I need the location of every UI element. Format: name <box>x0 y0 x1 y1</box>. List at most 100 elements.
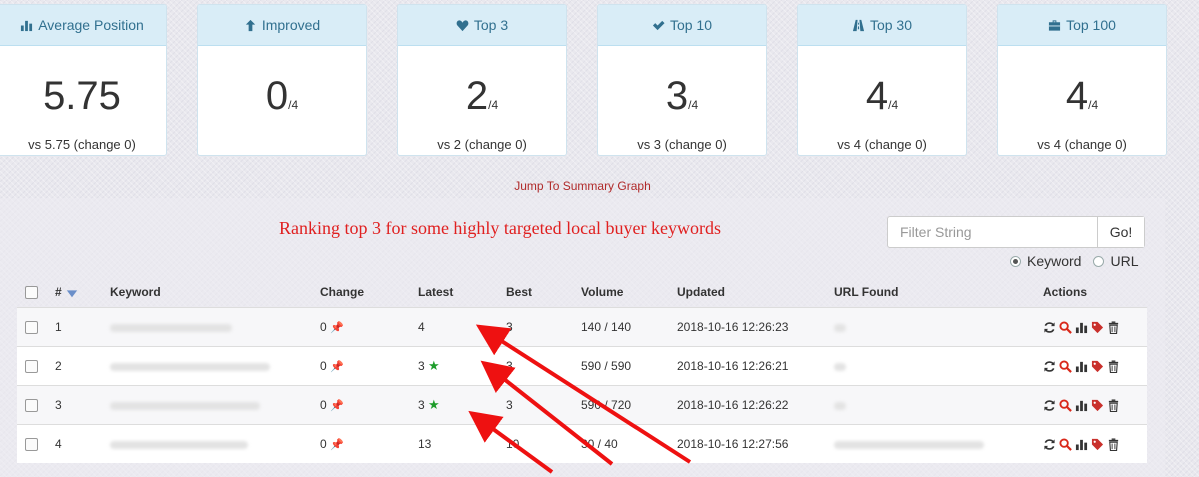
sort-down-icon[interactable] <box>65 287 79 299</box>
url-cell[interactable] <box>834 346 1043 386</box>
search-icon[interactable] <box>1059 398 1072 412</box>
pin-icon: 📌 <box>330 361 344 373</box>
bar-chart-icon[interactable] <box>1075 321 1088 334</box>
table-row: 30 📌 3 ★ 3 590 / 720 2018-10-16 12:26:22 <box>17 385 1147 425</box>
card-header: Top 3 <box>398 5 566 46</box>
refresh-icon[interactable] <box>1043 360 1056 373</box>
volume-cell: 30 / 40 <box>581 424 677 463</box>
row-number: 3 <box>55 385 110 425</box>
arrow-up-icon <box>245 19 255 31</box>
filter-mode-radios: Keyword URL <box>1010 253 1138 269</box>
row-checkbox[interactable] <box>25 321 38 335</box>
search-icon[interactable] <box>1059 359 1072 373</box>
row-checkbox[interactable] <box>25 399 38 413</box>
keyword-cell[interactable] <box>110 424 320 463</box>
actions-cell <box>1043 346 1147 386</box>
radio-dot[interactable] <box>1093 255 1105 267</box>
card-value: 5.75 <box>43 74 121 118</box>
tags-icon[interactable] <box>1091 399 1104 412</box>
url-redacted <box>834 323 846 332</box>
col-url-found[interactable]: URL Found <box>834 277 1043 308</box>
bar-chart-icon[interactable] <box>1075 399 1088 412</box>
filter-input[interactable] <box>888 217 1097 247</box>
filter-group: Go! <box>887 216 1145 248</box>
tags-icon[interactable] <box>1091 438 1104 451</box>
radio-url[interactable]: URL <box>1093 253 1138 269</box>
stat-card-top-10: Top 10 3/4 vs 3 (change 0) <box>597 4 767 156</box>
search-icon[interactable] <box>1059 320 1072 334</box>
change-cell: 0 📌 <box>320 307 418 347</box>
table-header-row: # Keyword Change Latest Best Volume Upda… <box>17 277 1147 308</box>
col-change[interactable]: Change <box>320 277 418 308</box>
refresh-icon[interactable] <box>1043 438 1056 451</box>
radio-keyword[interactable]: Keyword <box>1010 253 1081 269</box>
url-cell[interactable] <box>834 424 1043 463</box>
trash-icon[interactable] <box>1107 320 1120 334</box>
refresh-icon[interactable] <box>1043 321 1056 334</box>
latest-cell: 13 <box>418 424 506 463</box>
card-header: Top 100 <box>998 5 1166 46</box>
table-row: 2 0 📌 3 ★ 3 590 / 590 2018-10-16 12:26:21 <box>17 346 1147 386</box>
keyword-cell[interactable] <box>110 385 320 425</box>
radio-label: URL <box>1110 253 1139 269</box>
latest-cell: 4 <box>418 307 506 347</box>
change-cell: 0 📌 <box>320 424 418 463</box>
best-cell: 3 <box>506 307 581 347</box>
star-icon: ★ <box>428 397 440 412</box>
heart-icon <box>456 19 469 31</box>
col-actions: Actions <box>1043 285 1088 299</box>
select-all-checkbox[interactable] <box>25 286 38 300</box>
card-value: 3/4 <box>665 74 699 118</box>
trash-icon[interactable] <box>1107 398 1120 412</box>
card-label: Improved <box>261 17 321 33</box>
card-comparison: vs 4 (change 0) <box>1037 137 1127 152</box>
col-latest[interactable]: Latest <box>418 277 506 308</box>
card-comparison: vs 2 (change 0) <box>437 137 527 152</box>
card-value: 2/4 <box>465 74 499 118</box>
keyword-cell[interactable] <box>110 307 320 347</box>
keyword-redacted <box>110 323 232 332</box>
row-checkbox[interactable] <box>25 438 38 452</box>
col-best[interactable]: Best <box>506 277 581 308</box>
card-value: 4/4 <box>865 74 899 118</box>
actions-cell <box>1043 385 1147 425</box>
actions-cell <box>1043 307 1147 347</box>
refresh-icon[interactable] <box>1043 399 1056 412</box>
change-cell: 0 📌 <box>320 385 418 425</box>
tags-icon[interactable] <box>1091 360 1104 373</box>
card-label: Top 3 <box>473 17 509 33</box>
row-checkbox[interactable] <box>25 360 38 374</box>
check-icon <box>652 20 665 30</box>
trash-icon[interactable] <box>1107 359 1120 373</box>
updated-cell: 2018-10-16 12:27:56 <box>677 424 834 463</box>
card-value: 0/4 <box>265 74 299 118</box>
road-icon <box>852 19 865 31</box>
keyword-redacted <box>110 440 248 449</box>
card-label: Top 10 <box>669 17 713 33</box>
card-label: Average Position <box>38 17 144 33</box>
col-volume[interactable]: Volume <box>581 277 677 308</box>
url-cell[interactable] <box>834 307 1043 347</box>
col-num[interactable]: # <box>55 277 110 308</box>
jump-to-summary-link[interactable]: Jump To Summary Graph <box>0 179 1165 193</box>
bar-chart-icon[interactable] <box>1075 360 1088 373</box>
go-button[interactable]: Go! <box>1097 217 1144 247</box>
best-cell: 3 <box>506 385 581 425</box>
bar-chart-icon[interactable] <box>1075 438 1088 451</box>
best-cell: 10 <box>506 424 581 463</box>
latest-cell: 3 ★ <box>418 346 506 386</box>
card-comparison: vs 4 (change 0) <box>837 137 927 152</box>
tags-icon[interactable] <box>1091 321 1104 334</box>
stat-card-improved: Improved 0/4 <box>197 4 367 156</box>
search-icon[interactable] <box>1059 437 1072 451</box>
url-redacted <box>834 401 846 410</box>
row-number: 4 <box>55 424 110 463</box>
url-cell[interactable] <box>834 385 1043 425</box>
col-updated[interactable]: Updated <box>677 277 834 308</box>
volume-cell: 590 / 590 <box>581 346 677 386</box>
radio-dot[interactable] <box>1010 255 1021 267</box>
col-keyword[interactable]: Keyword <box>110 277 320 308</box>
keyword-cell[interactable] <box>110 346 320 386</box>
trash-icon[interactable] <box>1107 437 1120 451</box>
keyword-redacted <box>110 362 270 371</box>
